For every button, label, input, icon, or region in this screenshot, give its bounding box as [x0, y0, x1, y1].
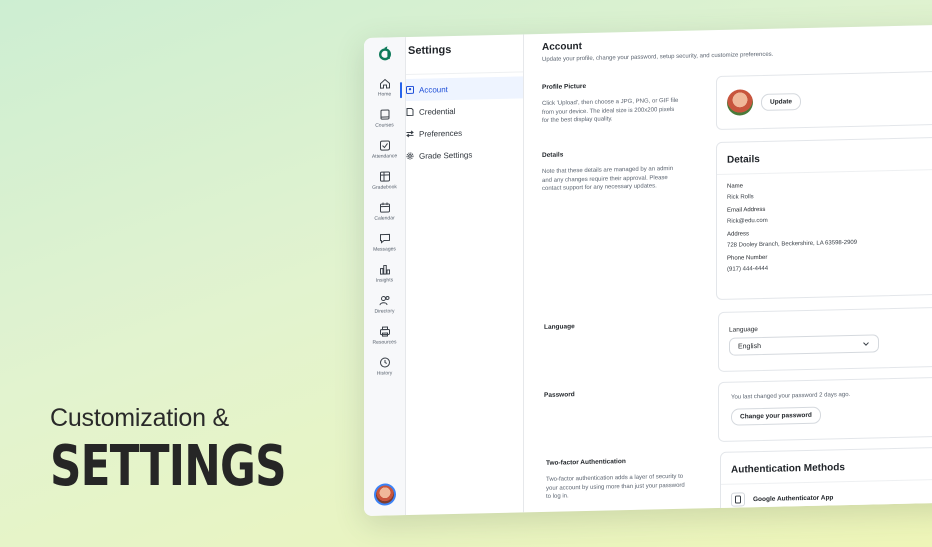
field-value: 728 Dooley Branch, Beckershire, LA 63598… — [727, 239, 858, 249]
account-content: Account Update your profile, change your… — [524, 24, 932, 517]
rail-item-label: Courses — [375, 122, 394, 129]
rail-item-courses[interactable]: Courses — [364, 108, 406, 140]
field-value: Rick Rolls — [727, 194, 754, 201]
authentication-methods-card: Authentication Methods Google Authentica… — [720, 446, 932, 517]
printer-icon — [379, 326, 390, 337]
field-label: Phone Number — [727, 254, 768, 262]
swap-icon — [406, 130, 414, 138]
rail-item-label: Attendance — [371, 153, 398, 160]
home-icon — [379, 78, 390, 89]
rail-item-label: Calendar — [374, 215, 395, 222]
nav-item-label: Grade Settings — [419, 150, 473, 161]
checkbox-icon — [379, 140, 390, 151]
rail-item-label: Resources — [372, 339, 397, 346]
language-card: Language English — [718, 306, 932, 372]
two-factor-description: Two-factor authentication adds a layer o… — [546, 473, 685, 501]
grid-icon — [379, 171, 390, 182]
hero-title: SETTINGS — [50, 434, 287, 499]
field-value: (917) 444-4444 — [727, 265, 769, 273]
password-note: You last changed your password 2 days ag… — [731, 391, 851, 401]
nav-item-account[interactable]: Account — [406, 76, 523, 102]
password-label: Password — [544, 391, 575, 399]
field-label: Address — [727, 231, 750, 238]
rail-item-label: Home — [377, 91, 392, 98]
rail-item-attendance[interactable]: Attendance — [364, 139, 406, 171]
language-select[interactable]: English — [729, 334, 879, 356]
rail-item-label: Directory — [374, 308, 395, 315]
two-factor-label: Two-factor Authentication — [546, 458, 626, 467]
nav-item-grade-settings[interactable]: Grade Settings — [406, 142, 523, 167]
password-card: You last changed your password 2 days ag… — [718, 376, 932, 442]
chevron-down-icon — [863, 342, 869, 346]
rail-item-gradebook[interactable]: Gradebook — [364, 170, 406, 202]
document-icon — [406, 107, 414, 117]
app-logo-icon — [375, 43, 395, 63]
auth-method-row[interactable]: Google Authenticator App — [721, 480, 932, 515]
phone-icon — [731, 492, 745, 507]
nav-item-label: Account — [419, 84, 448, 95]
nav-item-label: Credential — [419, 106, 456, 117]
rail-item-label: History — [376, 370, 393, 377]
gear-icon — [406, 152, 414, 160]
rail-item-label: Gradebook — [372, 184, 397, 191]
language-label: Language — [544, 323, 575, 331]
profile-picture-card: Update — [716, 70, 932, 131]
user-avatar[interactable] — [374, 483, 396, 506]
settings-title: Settings — [406, 42, 523, 76]
profile-picture-description: Click 'Upload', then choose a JPG, PNG, … — [542, 97, 679, 125]
field-label: Name — [727, 183, 744, 190]
rail-item-directory[interactable]: Directory — [364, 294, 406, 326]
user-card-icon — [406, 85, 414, 95]
details-card-title: Details — [717, 137, 932, 175]
rail-item-label: Messages — [373, 246, 396, 253]
rail-item-insights[interactable]: Insights — [364, 263, 406, 295]
nav-item-label: Preferences — [419, 128, 463, 139]
rail-item-calendar[interactable]: Calendar — [364, 201, 406, 233]
rail-item-messages[interactable]: Messages — [364, 232, 406, 264]
icon-rail: Home Courses Attendance Gradebook Calend… — [364, 37, 406, 517]
settings-nav: Settings Account Credential Preferences … — [406, 34, 524, 516]
book-icon — [380, 109, 389, 120]
profile-avatar — [727, 89, 753, 116]
hero-subtitle: Customization & — [50, 404, 230, 432]
rail-item-history[interactable]: History — [364, 356, 406, 388]
clock-icon — [379, 357, 390, 368]
nav-item-credential[interactable]: Credential — [406, 98, 523, 123]
field-value: Rick@edu.com — [727, 217, 768, 225]
details-label: Details — [542, 151, 564, 159]
chat-icon — [379, 233, 390, 244]
language-field-label: Language — [729, 326, 758, 334]
field-label: Email Address — [727, 206, 766, 214]
calendar-icon — [379, 202, 390, 213]
details-description: Note that these details are managed by a… — [542, 165, 674, 193]
hero-headline: Customization & SETTINGS — [50, 404, 352, 495]
auth-method-name: Google Authenticator App — [753, 493, 834, 503]
chart-icon — [379, 264, 390, 275]
authentication-methods-title: Authentication Methods — [721, 447, 932, 485]
nav-item-preferences[interactable]: Preferences — [406, 120, 523, 145]
language-value: English — [738, 342, 761, 351]
rail-item-resources[interactable]: Resources — [364, 325, 406, 357]
update-button[interactable]: Update — [761, 92, 802, 111]
details-card: Details Name Rick Rolls Email Address Ri… — [716, 136, 932, 301]
profile-picture-label: Profile Picture — [542, 82, 587, 91]
people-icon — [379, 295, 389, 306]
rail-item-label: Insights — [375, 277, 394, 284]
change-password-button[interactable]: Change your password — [731, 406, 821, 426]
app-window: Home Courses Attendance Gradebook Calend… — [364, 24, 932, 517]
